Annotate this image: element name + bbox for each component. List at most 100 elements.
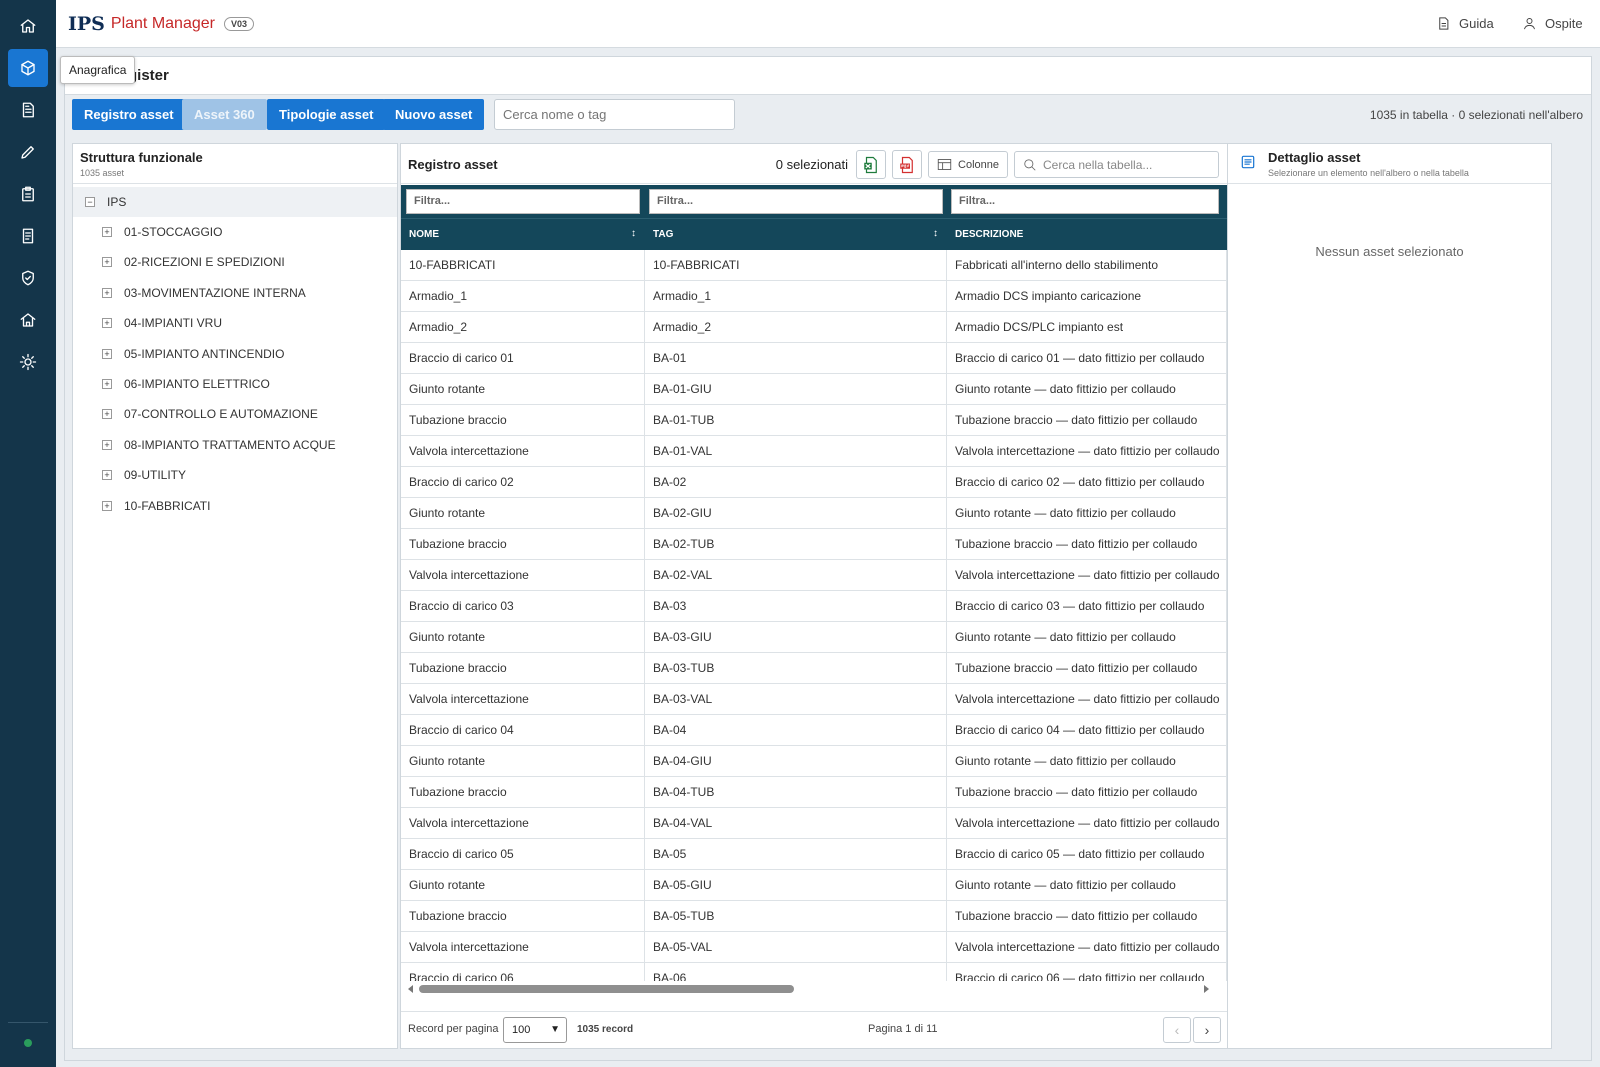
table-row[interactable]: Valvola intercettazione BA-05-VAL Valvola … [401,932,1227,963]
table-row[interactable]: Braccio di carico 05 BA-05 Braccio di cari… [401,839,1227,870]
table-search-input[interactable]: Cerca nella tabella... [1014,151,1219,178]
search-input[interactable] [494,99,735,130]
expand-icon[interactable]: + [102,470,112,481]
expand-icon[interactable]: + [102,287,112,298]
prev-page-button[interactable]: ‹ [1163,1017,1191,1043]
tree-node[interactable]: +05-IMPIANTO ANTINCENDIO [102,343,284,365]
user-menu[interactable]: Ospite [1522,16,1583,31]
guide-label: Guida [1459,16,1494,31]
scroll-right-icon[interactable] [1201,983,1213,995]
table-row[interactable]: Giunto rotante BA-04-GIU Giunto rotante — … [401,746,1227,777]
columns-button[interactable]: Colonne [928,151,1008,178]
registro-asset-button[interactable]: Registro asset [72,99,186,130]
table-row[interactable]: Tubazione braccio BA-03-TUB Tubazione brac… [401,653,1227,684]
nuovo-asset-button[interactable]: Nuovo asset [383,99,485,130]
tree-node[interactable]: +03-MOVIMENTAZIONE INTERNA [102,282,306,304]
table-row[interactable]: Valvola intercettazione BA-03-VAL Valvola … [401,684,1227,715]
tree-node[interactable]: +04-IMPIANTI VRU [102,312,222,334]
table-row[interactable]: Valvola intercettazione BA-01-VAL Valvola … [401,436,1227,467]
tree-node[interactable]: +09-UTILITY [102,464,186,486]
table-row[interactable]: Braccio di carico 03 BA-03 Braccio di cari… [401,591,1227,622]
sidebar-item-settings[interactable] [8,343,48,381]
export-pdf-button[interactable] [892,150,923,179]
tree-node[interactable]: +08-IMPIANTO TRATTAMENTO ACQUE [102,434,336,456]
table-row[interactable]: Tubazione braccio BA-05-TUB Tubazione brac… [401,901,1227,932]
table-row[interactable]: Giunto rotante BA-03-GIU Giunto rotante — … [401,622,1227,653]
cell-descrizione: Giunto rotante — dato fittizio per colla… [947,498,1227,528]
tipologie-asset-button[interactable]: Tipologie asset [267,99,386,130]
tree-node-root[interactable]: − IPS [85,191,126,213]
header-tag[interactable]: TAG ↕ [645,219,947,251]
expand-icon[interactable]: + [102,257,112,268]
report-icon [22,228,34,244]
cell-descrizione: Valvola intercettazione — dato fittizio … [947,560,1227,590]
sort-icon[interactable]: ↕ [631,229,636,239]
guide-link[interactable]: Guida [1436,16,1494,31]
table-row[interactable]: Valvola intercettazione BA-02-VAL Valvola … [401,560,1227,591]
table-row[interactable]: Braccio di carico 02 BA-02 Braccio di cari… [401,467,1227,498]
filter-descrizione[interactable]: Filtra... [951,189,1219,214]
per-page-label: Record per pagina [408,1023,499,1035]
scroll-left-icon[interactable] [404,983,416,995]
expand-icon[interactable]: + [102,227,112,237]
sidebar-item-plant[interactable] [8,301,48,339]
next-page-button[interactable]: › [1193,1017,1221,1043]
sidebar-item-edit[interactable] [8,133,48,171]
table-row[interactable]: Tubazione braccio BA-04-TUB Tubazione brac… [401,777,1227,808]
table-row[interactable]: Giunto rotante BA-05-GIU Giunto rotante — … [401,870,1227,901]
table-row[interactable]: Braccio di carico 01 BA-01 Braccio di cari… [401,343,1227,374]
expand-icon[interactable]: + [102,409,112,420]
tree-node[interactable]: +01-STOCCAGGIO [102,221,222,243]
tree-node[interactable]: +02-RICEZIONI E SPEDIZIONI [102,251,285,273]
expand-icon[interactable]: + [102,500,112,511]
cell-nome: Armadio_1 [401,281,645,311]
table-row[interactable]: 10-FABBRICATI 10-FABBRICATI Fabbricati all… [401,250,1227,281]
header-descrizione[interactable]: DESCRIZIONE [947,219,1227,251]
collapse-icon[interactable]: − [85,197,95,207]
tree-node[interactable]: +07-CONTROLLO E AUTOMAZIONE [102,403,318,425]
sidebar-item-planning[interactable] [8,175,48,213]
filter-tag[interactable]: Filtra... [649,189,943,214]
expand-icon[interactable]: + [102,348,112,359]
export-excel-button[interactable] [856,150,887,179]
cell-nome: Valvola intercettazione [401,684,645,714]
expand-icon[interactable]: + [102,379,112,389]
cell-nome: 10-FABBRICATI [401,250,645,280]
tree-node[interactable]: +06-IMPIANTO ELETTRICO [102,373,270,395]
per-page-select[interactable]: 100 ▼ [503,1017,567,1043]
horizontal-scrollbar[interactable] [401,982,1227,996]
tree-node-label: 04-IMPIANTI VRU [124,316,223,331]
table-row[interactable]: Armadio_1 Armadio_1 Armadio DCS impianto c… [401,281,1227,312]
sidebar-item-home[interactable] [8,7,48,45]
expand-icon[interactable]: + [102,439,112,450]
cell-tag: BA-05-GIU [645,870,947,900]
table-row[interactable]: Braccio di carico 06 BA-06 Braccio di cari… [401,963,1227,981]
cell-nome: Valvola intercettazione [401,808,645,838]
table-row[interactable]: Giunto rotante BA-01-GIU Giunto rotante — … [401,374,1227,405]
sidebar-item-safety[interactable] [8,259,48,297]
expand-icon[interactable]: + [102,318,112,329]
table-row[interactable]: Tubazione braccio BA-01-TUB Tubazione brac… [401,405,1227,436]
cell-descrizione: Braccio di carico 04 — dato fittizio per… [947,715,1227,745]
cell-nome: Armadio_2 [401,312,645,342]
table-row[interactable]: Armadio_2 Armadio_2 Armadio DCS/PLC impian… [401,312,1227,343]
table-row[interactable]: Giunto rotante BA-02-GIU Giunto rotante — … [401,498,1227,529]
tree-root-row[interactable]: − IPS [73,187,397,217]
asset-360-button[interactable]: Asset 360 [182,99,267,130]
columns-icon [937,159,952,170]
sort-icon[interactable]: ↕ [933,229,938,239]
tree-node[interactable]: +10-FABBRICATI [102,495,210,517]
tree-subtitle: 1035 asset [80,168,125,178]
cell-nome: Giunto rotante [401,870,645,900]
table-row[interactable]: Tubazione braccio BA-02-TUB Tubazione brac… [401,529,1227,560]
cell-descrizione: Giunto rotante — dato fittizio per colla… [947,622,1227,652]
sidebar-item-documents[interactable] [8,91,48,129]
filter-nome[interactable]: Filtra... [406,189,640,214]
header-nome[interactable]: NOME ↕ [401,219,645,251]
sidebar-item-anagrafica[interactable] [8,49,48,87]
table-row[interactable]: Valvola intercettazione BA-04-VAL Valvola … [401,808,1227,839]
cell-nome: Braccio di carico 03 [401,591,645,621]
sidebar-item-reports[interactable] [8,217,48,255]
horizontal-scroll-thumb[interactable] [419,985,794,993]
table-row[interactable]: Braccio di carico 04 BA-04 Braccio di cari… [401,715,1227,746]
